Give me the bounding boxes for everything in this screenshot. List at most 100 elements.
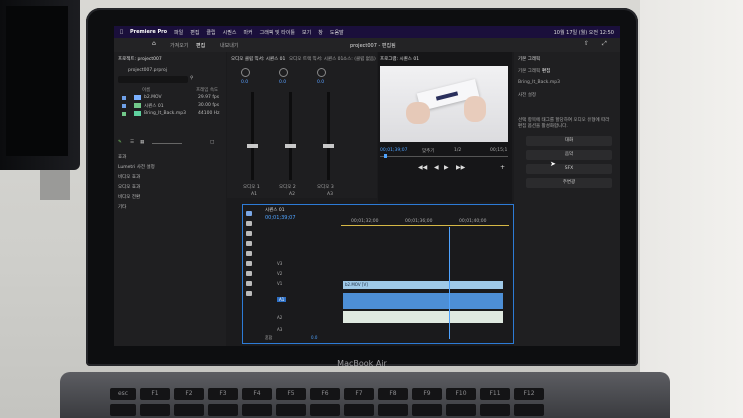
key-esc[interactable]: esc [110,388,136,400]
effects-section[interactable]: 효과 [118,154,126,160]
project-item-name[interactable]: b2.MOV [144,95,162,100]
step-forward-icon[interactable]: ▶▶ [456,164,465,171]
fit-select[interactable]: 맞추기 [422,148,434,154]
key-f12[interactable]: F12 [514,388,544,400]
column-name[interactable]: 이름 [142,87,150,93]
tab-audio-clip-mixer[interactable]: 오디오 클립 믹서: 시퀀스 01 [231,56,285,62]
pan-knob[interactable] [317,68,326,77]
key-8[interactable] [378,404,408,416]
key-backtick[interactable] [110,404,136,416]
workspace-tab-edit[interactable]: 편집 [196,42,205,49]
rectangle-tool-icon[interactable] [246,271,252,276]
menu-file[interactable]: 파일 [174,29,183,36]
volume-fader[interactable] [251,92,254,180]
home-icon[interactable]: ⌂ [152,40,156,47]
key-2[interactable] [174,404,204,416]
fullscreen-icon[interactable]: ⤢ [602,40,607,48]
track-label[interactable]: V2 [277,271,282,276]
menu-edit[interactable]: 편집 [190,29,199,36]
project-search-input[interactable] [118,76,188,83]
column-frame-rate[interactable]: 프레임 속도 [196,87,218,93]
right-panel-tab-edit[interactable]: 편집 [542,68,550,74]
key-f3[interactable]: F3 [208,388,238,400]
key-f9[interactable]: F9 [412,388,442,400]
tab-audio-track-mixer[interactable]: 오디오 트랙 믹서: 시퀀스 01 [289,56,343,62]
key-9[interactable] [412,404,442,416]
key-equals[interactable] [514,404,544,416]
track-select-icon[interactable] [246,221,252,226]
track-label[interactable]: A3 [277,327,282,332]
pan-knob[interactable] [279,68,288,77]
key-f10[interactable]: F10 [446,388,476,400]
effects-section[interactable]: Lumetri 사전 설정 [118,164,155,170]
key-7[interactable] [344,404,374,416]
music-clip[interactable] [343,311,503,323]
key-f4[interactable]: F4 [242,388,272,400]
search-icon[interactable]: ⚲ [190,76,193,81]
project-panel-title[interactable]: 프로젝트: project007 [118,56,162,62]
track-label[interactable]: A1 [277,297,287,302]
razor-tool-icon[interactable] [246,241,252,246]
volume-fader[interactable] [327,92,330,180]
tag-ambience-button[interactable]: 주변광 [526,178,612,188]
key-4[interactable] [242,404,272,416]
key-f6[interactable]: F6 [310,388,340,400]
effects-section[interactable]: 비디오 효과 [118,174,140,180]
audio-clip[interactable] [343,293,503,309]
key-1[interactable] [140,404,170,416]
video-clip[interactable]: b2.MOV [V] [343,281,503,289]
key-f7[interactable]: F7 [344,388,374,400]
playhead-marker[interactable] [384,154,387,158]
resolution-select[interactable]: 1/2 [454,148,461,153]
key-3[interactable] [208,404,238,416]
menu-help[interactable]: 도움말 [330,29,344,36]
zoom-slider[interactable] [152,143,182,144]
project-item-name[interactable]: Bring_It_Back.mp3 [144,111,186,116]
key-f2[interactable]: F2 [174,388,204,400]
share-icon[interactable]: ⇧ [584,40,589,47]
tab-program[interactable]: 프로그램: 시퀀스 01 [380,56,419,62]
fader-handle[interactable] [285,144,296,148]
project-item-name[interactable]: 시퀀스 01 [144,103,164,109]
effects-section[interactable]: 오디오 효과 [118,184,140,190]
ripple-edit-icon[interactable] [246,231,252,236]
fader-handle[interactable] [247,144,258,148]
fader-handle[interactable] [323,144,334,148]
preset-select[interactable]: 사전 설정 [518,92,536,98]
menu-marker[interactable]: 마커 [243,29,252,36]
workspace-tab-export[interactable]: 내보내기 [220,42,238,49]
volume-fader[interactable] [289,92,292,180]
pan-knob[interactable] [241,68,250,77]
key-f1[interactable]: F1 [140,388,170,400]
tag-dialogue-button[interactable]: 대화 [526,136,612,146]
menu-graphics[interactable]: 그래픽 및 타이틀 [260,29,295,36]
rewind-icon[interactable]: ◀ [434,164,439,171]
right-panel-tab-graphics[interactable]: 기본 그래픽 [518,68,540,74]
type-tool-icon[interactable] [246,291,252,296]
new-bin-icon[interactable]: □ [210,140,214,145]
list-view-icon[interactable]: ☰ [130,140,134,145]
menu-sequence[interactable]: 시퀀스 [223,29,237,36]
hand-tool-icon[interactable] [246,281,252,286]
effects-section[interactable]: 비디오 전환 [118,194,140,200]
track-label[interactable]: V3 [277,261,282,266]
scrub-bar[interactable] [380,156,508,157]
apple-icon[interactable]:  [120,29,123,35]
key-5[interactable] [276,404,306,416]
tag-music-button[interactable]: 음악 [526,150,612,160]
tab-source[interactable]: 소스: (클립 없음) [343,56,376,62]
effects-section[interactable]: 기타 [118,204,126,210]
key-f8[interactable]: F8 [378,388,408,400]
right-panel-tab[interactable]: 기본 그래픽 [518,56,540,62]
pen-tool-icon[interactable] [246,261,252,266]
key-6[interactable] [310,404,340,416]
add-button-icon[interactable]: + [500,164,505,171]
key-minus[interactable] [480,404,510,416]
track-label[interactable]: V1 [277,281,282,286]
play-icon[interactable]: ▶ [444,164,449,171]
key-f11[interactable]: F11 [480,388,510,400]
menu-app-name[interactable]: Premiere Pro [130,29,167,35]
icon-view-icon[interactable]: ▦ [140,140,144,145]
slip-tool-icon[interactable] [246,251,252,256]
track-label[interactable]: A2 [277,315,282,320]
